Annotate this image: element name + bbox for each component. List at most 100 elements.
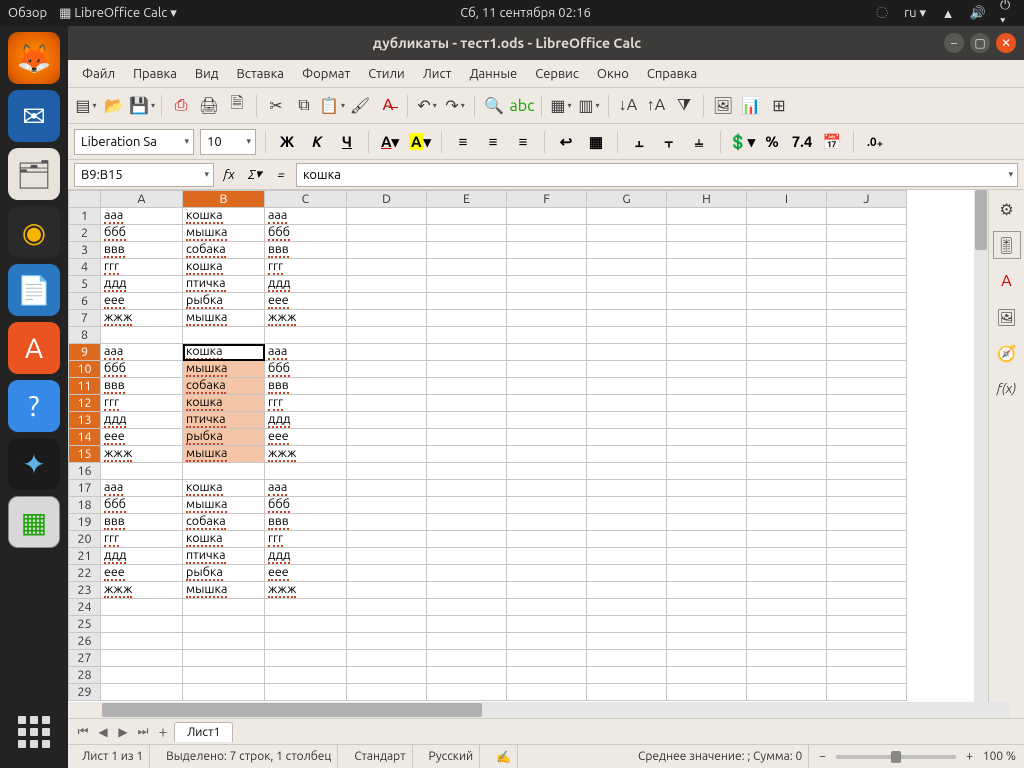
cell-F22[interactable]	[507, 565, 587, 582]
status-insert-mode[interactable]: Стандарт	[348, 745, 412, 768]
sheet-tab-1[interactable]: Лист1	[174, 722, 233, 742]
cell-H7[interactable]	[667, 310, 747, 327]
cell-G5[interactable]	[587, 276, 667, 293]
cell-H8[interactable]	[667, 327, 747, 344]
cell-C18[interactable]: ббб	[265, 497, 347, 514]
merge-cells-button[interactable]: ▦	[584, 130, 608, 154]
cell-I18[interactable]	[747, 497, 827, 514]
app-menu-indicator[interactable]: ▦ LibreOffice Calc ▾	[59, 6, 177, 21]
italic-button[interactable]: К	[305, 130, 329, 154]
cell-A26[interactable]	[101, 633, 183, 650]
sort-desc-button[interactable]: ↑A	[644, 94, 668, 118]
cell-I23[interactable]	[747, 582, 827, 599]
menu-view[interactable]: Вид	[187, 63, 227, 85]
cell-J12[interactable]	[827, 395, 907, 412]
cell-G26[interactable]	[587, 633, 667, 650]
cell-B14[interactable]: рыбка	[183, 429, 265, 446]
cell-G15[interactable]	[587, 446, 667, 463]
copy-button[interactable]: ⧉	[292, 94, 316, 118]
cell-C17[interactable]: ааа	[265, 480, 347, 497]
cell-A14[interactable]: еее	[101, 429, 183, 446]
cell-F20[interactable]	[507, 531, 587, 548]
cell-A21[interactable]: ддд	[101, 548, 183, 565]
cell-A23[interactable]: жжж	[101, 582, 183, 599]
cell-A29[interactable]	[101, 684, 183, 701]
cell-C1[interactable]: ааа	[265, 208, 347, 225]
dock-show-apps-button[interactable]	[8, 706, 60, 758]
align-center-button[interactable]: ≡	[481, 130, 505, 154]
cell-J10[interactable]	[827, 361, 907, 378]
cell-D2[interactable]	[347, 225, 427, 242]
function-wizard-button[interactable]: fx	[218, 164, 240, 186]
cell-E5[interactable]	[427, 276, 507, 293]
column-header-H[interactable]: H	[667, 191, 747, 208]
cell-H15[interactable]	[667, 446, 747, 463]
cell-D11[interactable]	[347, 378, 427, 395]
cell-F17[interactable]	[507, 480, 587, 497]
dock-thunderbird-icon[interactable]: ✉	[8, 90, 60, 142]
cell-F8[interactable]	[507, 327, 587, 344]
cell-A15[interactable]: жжж	[101, 446, 183, 463]
cell-C19[interactable]: ввв	[265, 514, 347, 531]
row-header-24[interactable]: 24	[69, 599, 101, 616]
cell-D18[interactable]	[347, 497, 427, 514]
row-header-15[interactable]: 15	[69, 446, 101, 463]
cell-C25[interactable]	[265, 616, 347, 633]
cell-C2[interactable]: ббб	[265, 225, 347, 242]
align-middle-button[interactable]: ⫟	[657, 130, 681, 154]
align-bottom-button[interactable]: ⫨	[687, 130, 711, 154]
cell-J17[interactable]	[827, 480, 907, 497]
cell-H28[interactable]	[667, 667, 747, 684]
cell-B29[interactable]	[183, 684, 265, 701]
cell-E29[interactable]	[427, 684, 507, 701]
dock-rhythmbox-icon[interactable]: ◉	[8, 206, 60, 258]
cell-F2[interactable]	[507, 225, 587, 242]
sidebar-settings-icon[interactable]: ⚙	[994, 196, 1020, 222]
cell-J14[interactable]	[827, 429, 907, 446]
cell-J8[interactable]	[827, 327, 907, 344]
cell-G13[interactable]	[587, 412, 667, 429]
cell-G22[interactable]	[587, 565, 667, 582]
cell-G10[interactable]	[587, 361, 667, 378]
export-pdf-button[interactable]: ⎙	[169, 94, 193, 118]
cell-D23[interactable]	[347, 582, 427, 599]
row-header-12[interactable]: 12	[69, 395, 101, 412]
cell-A20[interactable]: ггг	[101, 531, 183, 548]
cell-G24[interactable]	[587, 599, 667, 616]
cell-J15[interactable]	[827, 446, 907, 463]
cell-I19[interactable]	[747, 514, 827, 531]
row-header-17[interactable]: 17	[69, 480, 101, 497]
tab-last-button[interactable]: ⏭	[134, 723, 152, 741]
cell-E4[interactable]	[427, 259, 507, 276]
status-signature-icon[interactable]: ✍	[490, 745, 518, 768]
cell-D27[interactable]	[347, 650, 427, 667]
cell-A4[interactable]: ггг	[101, 259, 183, 276]
cell-G17[interactable]	[587, 480, 667, 497]
cell-C29[interactable]	[265, 684, 347, 701]
cell-I5[interactable]	[747, 276, 827, 293]
print-preview-button[interactable]: 🗎	[225, 94, 249, 118]
insert-image-button[interactable]: 🖼	[711, 94, 735, 118]
menu-edit[interactable]: Правка	[125, 63, 185, 85]
cell-C4[interactable]: ггг	[265, 259, 347, 276]
cell-D26[interactable]	[347, 633, 427, 650]
cell-D14[interactable]	[347, 429, 427, 446]
cell-F10[interactable]	[507, 361, 587, 378]
print-button[interactable]: 🖨	[197, 94, 221, 118]
cell-A17[interactable]: ааа	[101, 480, 183, 497]
dock-screenshot-icon[interactable]: ✦	[8, 438, 60, 490]
cell-B20[interactable]: кошка	[183, 531, 265, 548]
cell-I17[interactable]	[747, 480, 827, 497]
cell-F28[interactable]	[507, 667, 587, 684]
tab-prev-button[interactable]: ◀	[94, 723, 112, 741]
horizontal-scrollbar[interactable]	[102, 702, 1010, 718]
row-header-19[interactable]: 19	[69, 514, 101, 531]
sidebar-styles-icon[interactable]: A	[994, 268, 1020, 294]
cell-B24[interactable]	[183, 599, 265, 616]
row-header-8[interactable]: 8	[69, 327, 101, 344]
menu-help[interactable]: Справка	[639, 63, 705, 85]
sidebar-navigator-icon[interactable]: 🧭	[994, 340, 1020, 366]
cell-E18[interactable]	[427, 497, 507, 514]
cell-F9[interactable]	[507, 344, 587, 361]
cell-A27[interactable]	[101, 650, 183, 667]
